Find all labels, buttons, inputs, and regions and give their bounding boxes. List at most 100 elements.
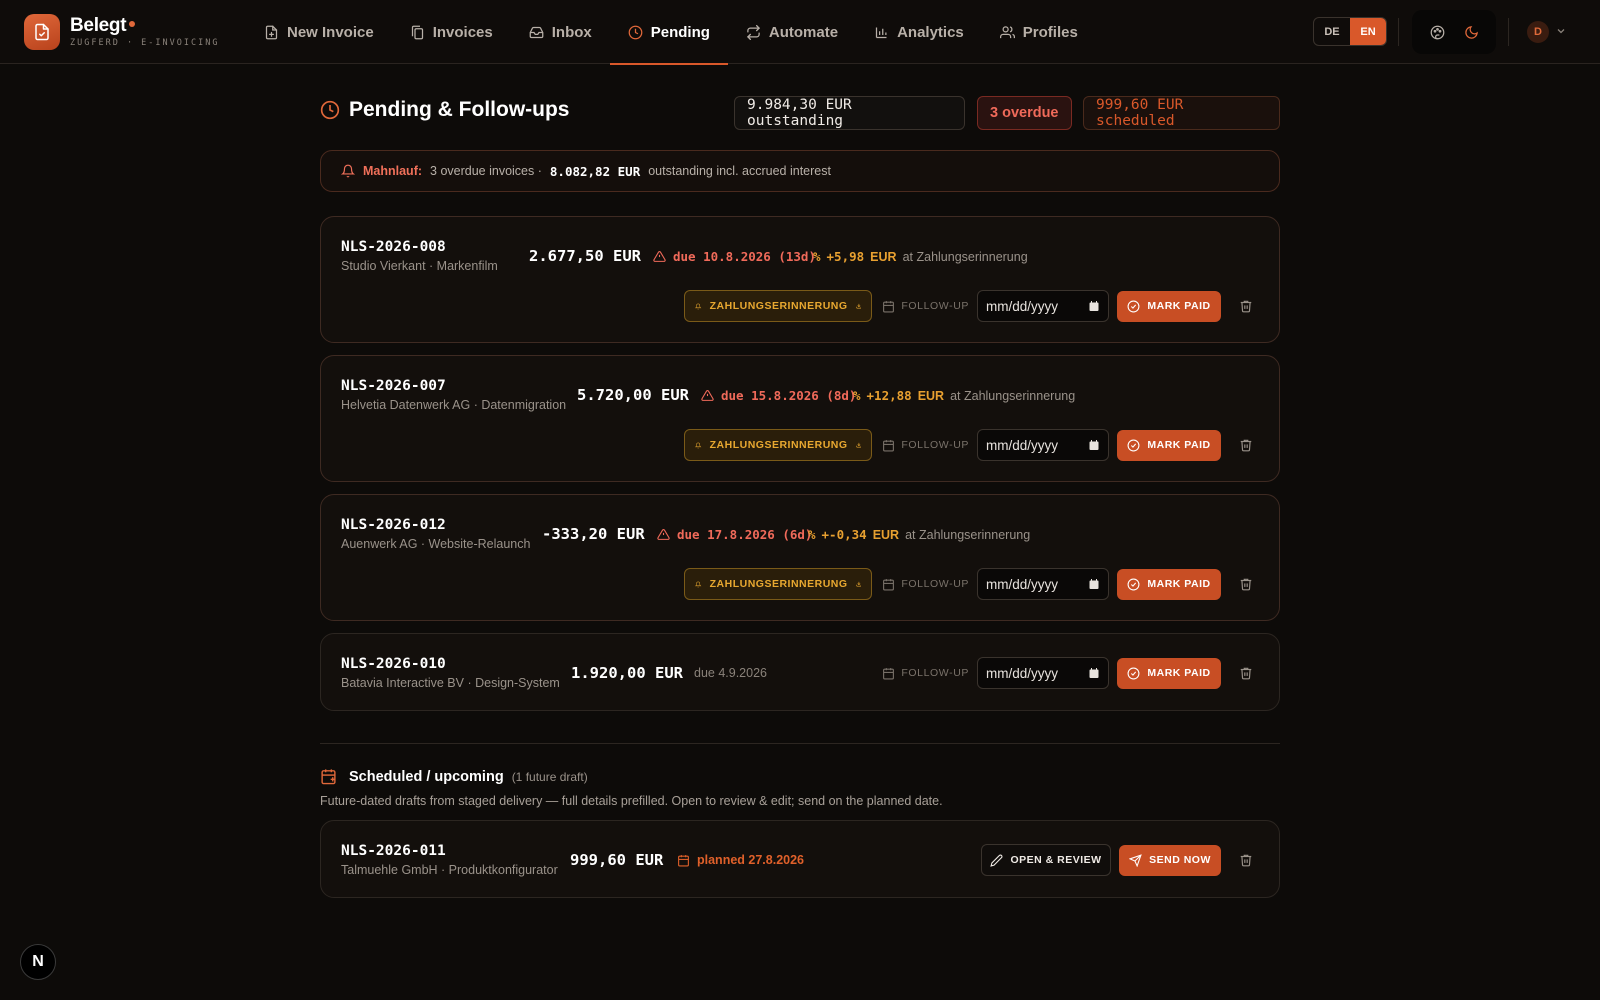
- nav-inbox[interactable]: Inbox: [511, 0, 610, 64]
- interest-amount: +-0,34: [821, 527, 867, 542]
- open-review-button[interactable]: OPEN & REVIEW: [981, 844, 1111, 876]
- palette-icon[interactable]: [1430, 25, 1445, 40]
- lang-en-button[interactable]: EN: [1350, 18, 1386, 45]
- interest-suffix: at Zahlungserinnerung: [950, 388, 1076, 403]
- mahnlauf-banner: Mahnlauf: 3 overdue invoices · 8.082,82 …: [320, 150, 1280, 192]
- calendar-plus-icon: [321, 769, 336, 785]
- followup-date-input[interactable]: mm/dd/yyyy: [977, 429, 1109, 461]
- invoice-number[interactable]: NLS-2026-011: [341, 843, 446, 859]
- pending-invoice-card: NLS-2026-007 Helvetia Datenwerk AG · Dat…: [320, 355, 1280, 482]
- file-check-icon: [35, 23, 49, 41]
- nav-label: Pending: [650, 23, 710, 41]
- lang-de-button[interactable]: DE: [1314, 18, 1350, 45]
- mark-paid-button[interactable]: MARK PAID: [1117, 657, 1221, 689]
- delete-button[interactable]: [1233, 853, 1259, 867]
- check-circle-icon: [1127, 439, 1140, 451]
- due-status: due 15.8.2026 (8d): [701, 388, 856, 403]
- reminder-label: ZAHLUNGSERINNERUNG: [709, 300, 848, 312]
- due-text: due 4.9.2026: [694, 666, 767, 680]
- brand: Belegt ZUGFERD · E-INVOICING: [70, 15, 219, 48]
- reminder-download-button[interactable]: ZAHLUNGSERINNERUNG: [684, 429, 873, 461]
- nav-new-invoice[interactable]: New Invoice: [246, 0, 392, 64]
- trash-icon: [1240, 439, 1252, 452]
- invoice-actions: ZAHLUNGSERINNERUNG FOLLOW-UP mm/dd/yyyy …: [684, 290, 1259, 322]
- divider: [1398, 18, 1399, 46]
- followup-date-input[interactable]: mm/dd/yyyy: [977, 290, 1109, 322]
- nav-label: Automate: [768, 23, 839, 41]
- mark-paid-button[interactable]: MARK PAID: [1117, 568, 1221, 600]
- delete-button[interactable]: [1233, 666, 1259, 680]
- nav-invoices[interactable]: Invoices: [392, 0, 511, 64]
- nav-label: New Invoice: [287, 23, 374, 41]
- alert-triangle-icon: [653, 251, 666, 262]
- chevron-down-icon[interactable]: [1555, 25, 1567, 37]
- check-circle-icon: [1127, 578, 1140, 590]
- check-circle-icon: [1127, 300, 1140, 312]
- due-status: due 10.8.2026 (13d): [653, 249, 816, 264]
- open-review-label: OPEN & REVIEW: [1010, 854, 1102, 866]
- reminder-download-button[interactable]: ZAHLUNGSERINNERUNG: [684, 290, 873, 322]
- moon-icon[interactable]: [1464, 25, 1479, 40]
- nav-automate[interactable]: Automate: [728, 0, 856, 64]
- due-status: due 17.8.2026 (6d): [657, 527, 812, 542]
- theme-controls: [1412, 10, 1496, 54]
- mark-paid-button[interactable]: MARK PAID: [1117, 429, 1221, 461]
- send-icon: [1129, 853, 1142, 867]
- invoice-amount: 1.920,00 EUR: [571, 664, 683, 682]
- user-avatar[interactable]: D: [1527, 21, 1549, 43]
- trash-icon: [1240, 578, 1252, 591]
- followup-label: FOLLOW-UP: [882, 578, 969, 591]
- followup-date-input[interactable]: mm/dd/yyyy: [977, 568, 1109, 600]
- date-placeholder: mm/dd/yyyy: [986, 665, 1059, 681]
- interest-info: % +-0,34 EUR at Zahlungserinnerung: [808, 527, 1030, 542]
- bell-icon: [695, 581, 702, 587]
- overdue-badge[interactable]: 3 overdue: [977, 96, 1072, 130]
- scheduled-badge: 999,60 EUR scheduled: [1083, 96, 1280, 130]
- invoice-amount: 999,60 EUR: [570, 851, 664, 869]
- calendar-clock-icon: [883, 578, 895, 590]
- pending-invoice-card: NLS-2026-012 Auenwerk AG · Website-Relau…: [320, 494, 1280, 621]
- followup-text: FOLLOW-UP: [901, 300, 969, 312]
- invoice-actions: FOLLOW-UP mm/dd/yyyy MARK PAID: [880, 657, 1259, 689]
- repeat-icon: [746, 24, 760, 40]
- invoice-client: Batavia Interactive BV · Design-System: [341, 676, 560, 690]
- clock-icon: [320, 100, 340, 120]
- mark-paid-button[interactable]: MARK PAID: [1117, 290, 1221, 322]
- calendar-icon[interactable]: [1088, 300, 1100, 312]
- invoice-amount: 5.720,00 EUR: [577, 386, 689, 404]
- invoice-number[interactable]: NLS-2026-008: [341, 239, 446, 255]
- top-navigation-bar: Belegt ZUGFERD · E-INVOICING New Invoice…: [0, 0, 1600, 65]
- brand-name: Belegt: [70, 15, 127, 36]
- reminder-download-button[interactable]: ZAHLUNGSERINNERUNG: [684, 568, 873, 600]
- nav-profiles[interactable]: Profiles: [982, 0, 1096, 64]
- nav-pending[interactable]: Pending: [609, 0, 729, 65]
- delete-button[interactable]: [1233, 577, 1259, 591]
- interest-suffix: at Zahlungserinnerung: [902, 249, 1028, 264]
- app-logo[interactable]: [24, 14, 60, 50]
- outstanding-badge: 9.984,30 EUR outstanding: [734, 96, 965, 130]
- interest-currency: EUR: [872, 527, 900, 542]
- calendar-icon[interactable]: [1088, 578, 1100, 590]
- invoice-number[interactable]: NLS-2026-012: [341, 517, 446, 533]
- nextjs-dev-badge[interactable]: N: [20, 944, 56, 980]
- nav-label: Inbox: [551, 23, 592, 41]
- brand-subtitle: ZUGFERD · E-INVOICING: [70, 38, 220, 48]
- delete-button[interactable]: [1233, 299, 1259, 313]
- invoice-number[interactable]: NLS-2026-007: [341, 378, 446, 394]
- calendar-clock-icon: [678, 854, 689, 866]
- send-now-button[interactable]: SEND NOW: [1119, 844, 1221, 876]
- mahnlauf-count: 3 overdue invoices ·: [430, 164, 542, 178]
- bell-icon: [341, 164, 355, 178]
- followup-date-input[interactable]: mm/dd/yyyy: [977, 657, 1109, 689]
- calendar-icon[interactable]: [1088, 667, 1100, 679]
- interest-currency: EUR: [870, 249, 897, 264]
- planned-date: planned 27.8.2026: [677, 853, 804, 867]
- calendar-icon[interactable]: [1088, 439, 1100, 451]
- invoice-number[interactable]: NLS-2026-010: [341, 656, 446, 672]
- nav-analytics[interactable]: Analytics: [856, 0, 982, 64]
- invoice-client: Helvetia Datenwerk AG · Datenmigration: [341, 398, 567, 412]
- files-icon: [411, 25, 423, 39]
- delete-button[interactable]: [1233, 438, 1259, 452]
- scheduled-count: (1 future draft): [511, 769, 588, 784]
- calendar-clock-icon: [883, 300, 895, 312]
